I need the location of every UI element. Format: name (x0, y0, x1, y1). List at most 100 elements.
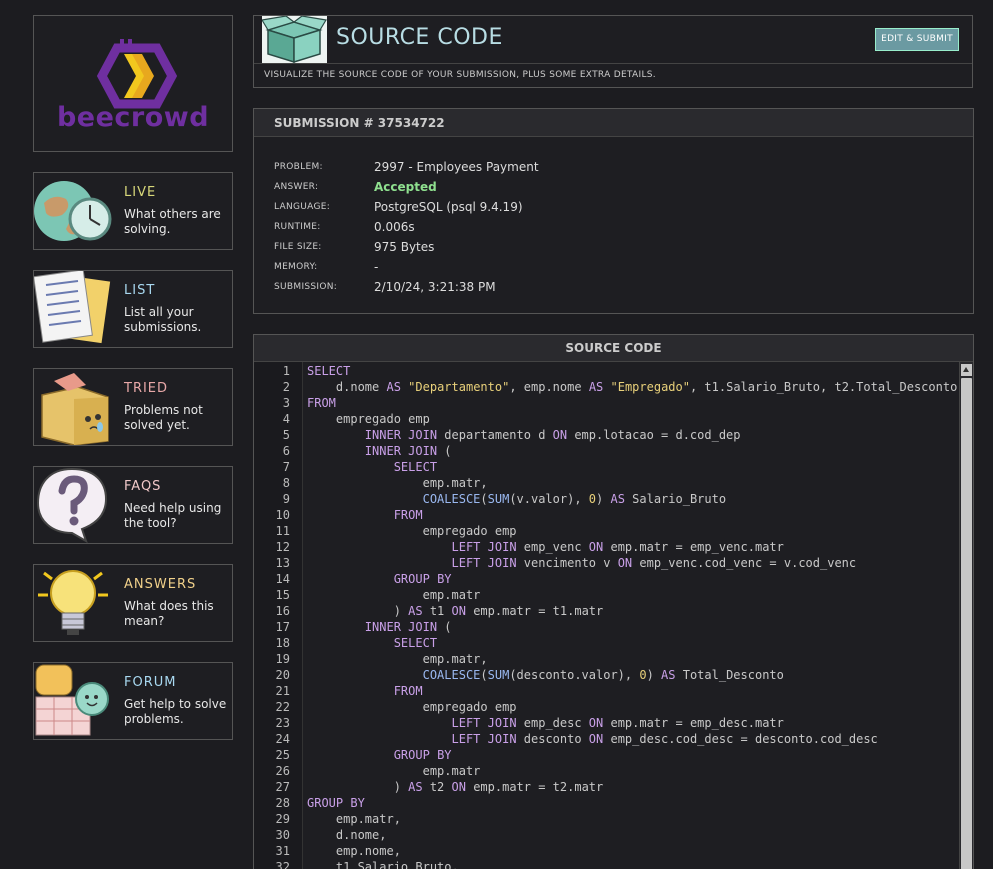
code-text: LEFT JOIN desconto ON emp_desc.cod_desc … (451, 732, 878, 746)
line-number: 10 (275, 508, 290, 522)
detail-key: LANGUAGE: (274, 202, 331, 212)
sidebar-item-title: LIVE (124, 185, 157, 200)
sidebar-item-faqs[interactable]: FAQS Need help using the tool? (33, 466, 233, 544)
code-text: INNER JOIN departamento d ON emp.lotacao… (364, 428, 741, 442)
code-scrollbar[interactable] (959, 362, 973, 869)
code-line: 8 emp.matr, (254, 475, 959, 491)
question-bubble-icon (36, 467, 108, 543)
sidebar-item-forum[interactable]: FORUM Get help to solve problems. (33, 662, 233, 740)
line-number: 26 (275, 764, 290, 778)
code-text: SELECT (393, 460, 438, 474)
code-line: 17 INNER JOIN ( (254, 619, 959, 635)
sidebar-item-title: LIST (124, 283, 156, 298)
code-text: FROM (307, 396, 336, 410)
detail-value: 0.006s (374, 220, 415, 234)
scroll-up-arrow-icon[interactable] (961, 364, 972, 376)
line-number: 8 (282, 476, 290, 490)
line-number: 7 (282, 460, 290, 474)
code-line: 25 GROUP BY (254, 747, 959, 763)
line-number: 17 (275, 620, 290, 634)
code-line: 11 empregado emp (254, 523, 959, 539)
sidebar-item-live[interactable]: LIVE What others are solving. (33, 172, 233, 250)
code-line: 12 LEFT JOIN emp_venc ON emp.matr = emp_… (254, 539, 959, 555)
table-row: FILE SIZE: 975 Bytes (274, 237, 539, 257)
detail-key: FILE SIZE: (274, 242, 322, 252)
code-text: COALESCE(SUM(v.valor), 0) AS Salario_Bru… (422, 492, 727, 506)
scrollbar-thumb[interactable] (961, 378, 972, 869)
line-number: 23 (275, 716, 290, 730)
code-text: SELECT (307, 364, 351, 378)
sidebar-item-desc: Need help using the tool? (124, 501, 222, 530)
detail-value: 975 Bytes (374, 240, 435, 254)
code-text: emp.matr, (307, 476, 488, 490)
code-line: 19 emp.matr, (254, 651, 959, 667)
line-number: 5 (282, 428, 290, 442)
box-icon (41, 373, 109, 445)
submission-details: SUBMISSION # 37534722 PROBLEM: 2997 - Emp… (253, 108, 974, 314)
line-number: 27 (275, 780, 290, 794)
line-number: 15 (275, 588, 290, 602)
code-text: INNER JOIN ( (364, 444, 452, 458)
line-number: 14 (275, 572, 290, 586)
code-text: SELECT (393, 636, 438, 650)
code-line: 4 empregado emp (254, 411, 959, 427)
code-text: emp.matr, (307, 812, 401, 826)
code-text: t1.Salario_Bruto, (307, 860, 459, 869)
lightbulb-icon (38, 570, 108, 635)
line-number: 31 (275, 844, 290, 858)
beecrowd-logo[interactable]: beecrowd (33, 15, 233, 152)
line-number: 19 (275, 652, 290, 666)
code-text: LEFT JOIN vencimento v ON emp_venc.cod_v… (451, 556, 857, 570)
page-subtitle: VISUALIZE THE SOURCE CODE OF YOUR SUBMIS… (264, 70, 656, 80)
code-text: GROUP BY (393, 572, 452, 586)
code-text: emp.nome, (307, 844, 401, 858)
code-text: emp.matr (307, 764, 481, 778)
code-text: INNER JOIN ( (364, 620, 452, 634)
line-number: 12 (275, 540, 290, 554)
line-number: 32 (275, 860, 290, 869)
code-line: 6 INNER JOIN ( (254, 443, 959, 459)
line-number: 4 (282, 412, 290, 426)
detail-value: - (374, 260, 379, 274)
code-line: 1 SELECT (254, 363, 959, 379)
sidebar-item-title: ANSWERS (124, 577, 197, 592)
code-line: 31 emp.nome, (254, 843, 959, 859)
page-title: SOURCE CODE (336, 25, 503, 50)
source-code-heading: SOURCE CODE (254, 335, 973, 362)
source-code-box-icon (262, 16, 327, 63)
page-header: SOURCE CODE EDIT & SUBMIT VISUALIZE THE … (253, 15, 973, 88)
problem-link[interactable]: 2997 - Employees Payment (374, 157, 539, 177)
line-number: 6 (282, 444, 290, 458)
line-number: 25 (275, 748, 290, 762)
sidebar-item-title: FORUM (124, 675, 177, 690)
table-row: LANGUAGE: PostgreSQL (psql 9.4.19) (274, 197, 539, 217)
line-number: 2 (282, 380, 290, 394)
table-row: MEMORY: - (274, 257, 539, 277)
code-line: 23 LEFT JOIN emp_desc ON emp.matr = emp_… (254, 715, 959, 731)
answer-status: Accepted (374, 180, 437, 194)
code-line: 5 INNER JOIN departamento d ON emp.lotac… (254, 427, 959, 443)
sidebar-item-tried[interactable]: TRIED Problems not solved yet. (33, 368, 233, 446)
line-number: 30 (275, 828, 290, 842)
code-editor[interactable]: 1 SELECT 2 d.nome AS "Departamento", emp.n… (254, 362, 959, 869)
code-line: 2 d.nome AS "Departamento", emp.nome AS … (254, 379, 959, 395)
line-number: 9 (282, 492, 290, 506)
detail-key: MEMORY: (274, 262, 318, 272)
code-text: emp.matr, (307, 652, 488, 666)
header-divider (254, 63, 972, 64)
code-line: 29 emp.matr, (254, 811, 959, 827)
code-text: FROM (393, 684, 423, 698)
sidebar-item-title: FAQS (124, 479, 162, 494)
sidebar-item-list[interactable]: LIST List all your submissions. (33, 270, 233, 348)
edit-submit-button[interactable]: EDIT & SUBMIT (875, 28, 959, 51)
line-number: 22 (275, 700, 290, 714)
code-line: 24 LEFT JOIN desconto ON emp_desc.cod_de… (254, 731, 959, 747)
sidebar-item-answers[interactable]: ANSWERS What does this mean? (33, 564, 233, 642)
line-number: 29 (275, 812, 290, 826)
code-line: 26 emp.matr (254, 763, 959, 779)
logo-text: beecrowd (56, 102, 210, 133)
detail-key: RUNTIME: (274, 222, 321, 232)
detail-key: ANSWER: (274, 182, 319, 192)
detail-key: PROBLEM: (274, 162, 323, 172)
table-row: SUBMISSION: 2/10/24, 3:21:38 PM (274, 277, 539, 297)
